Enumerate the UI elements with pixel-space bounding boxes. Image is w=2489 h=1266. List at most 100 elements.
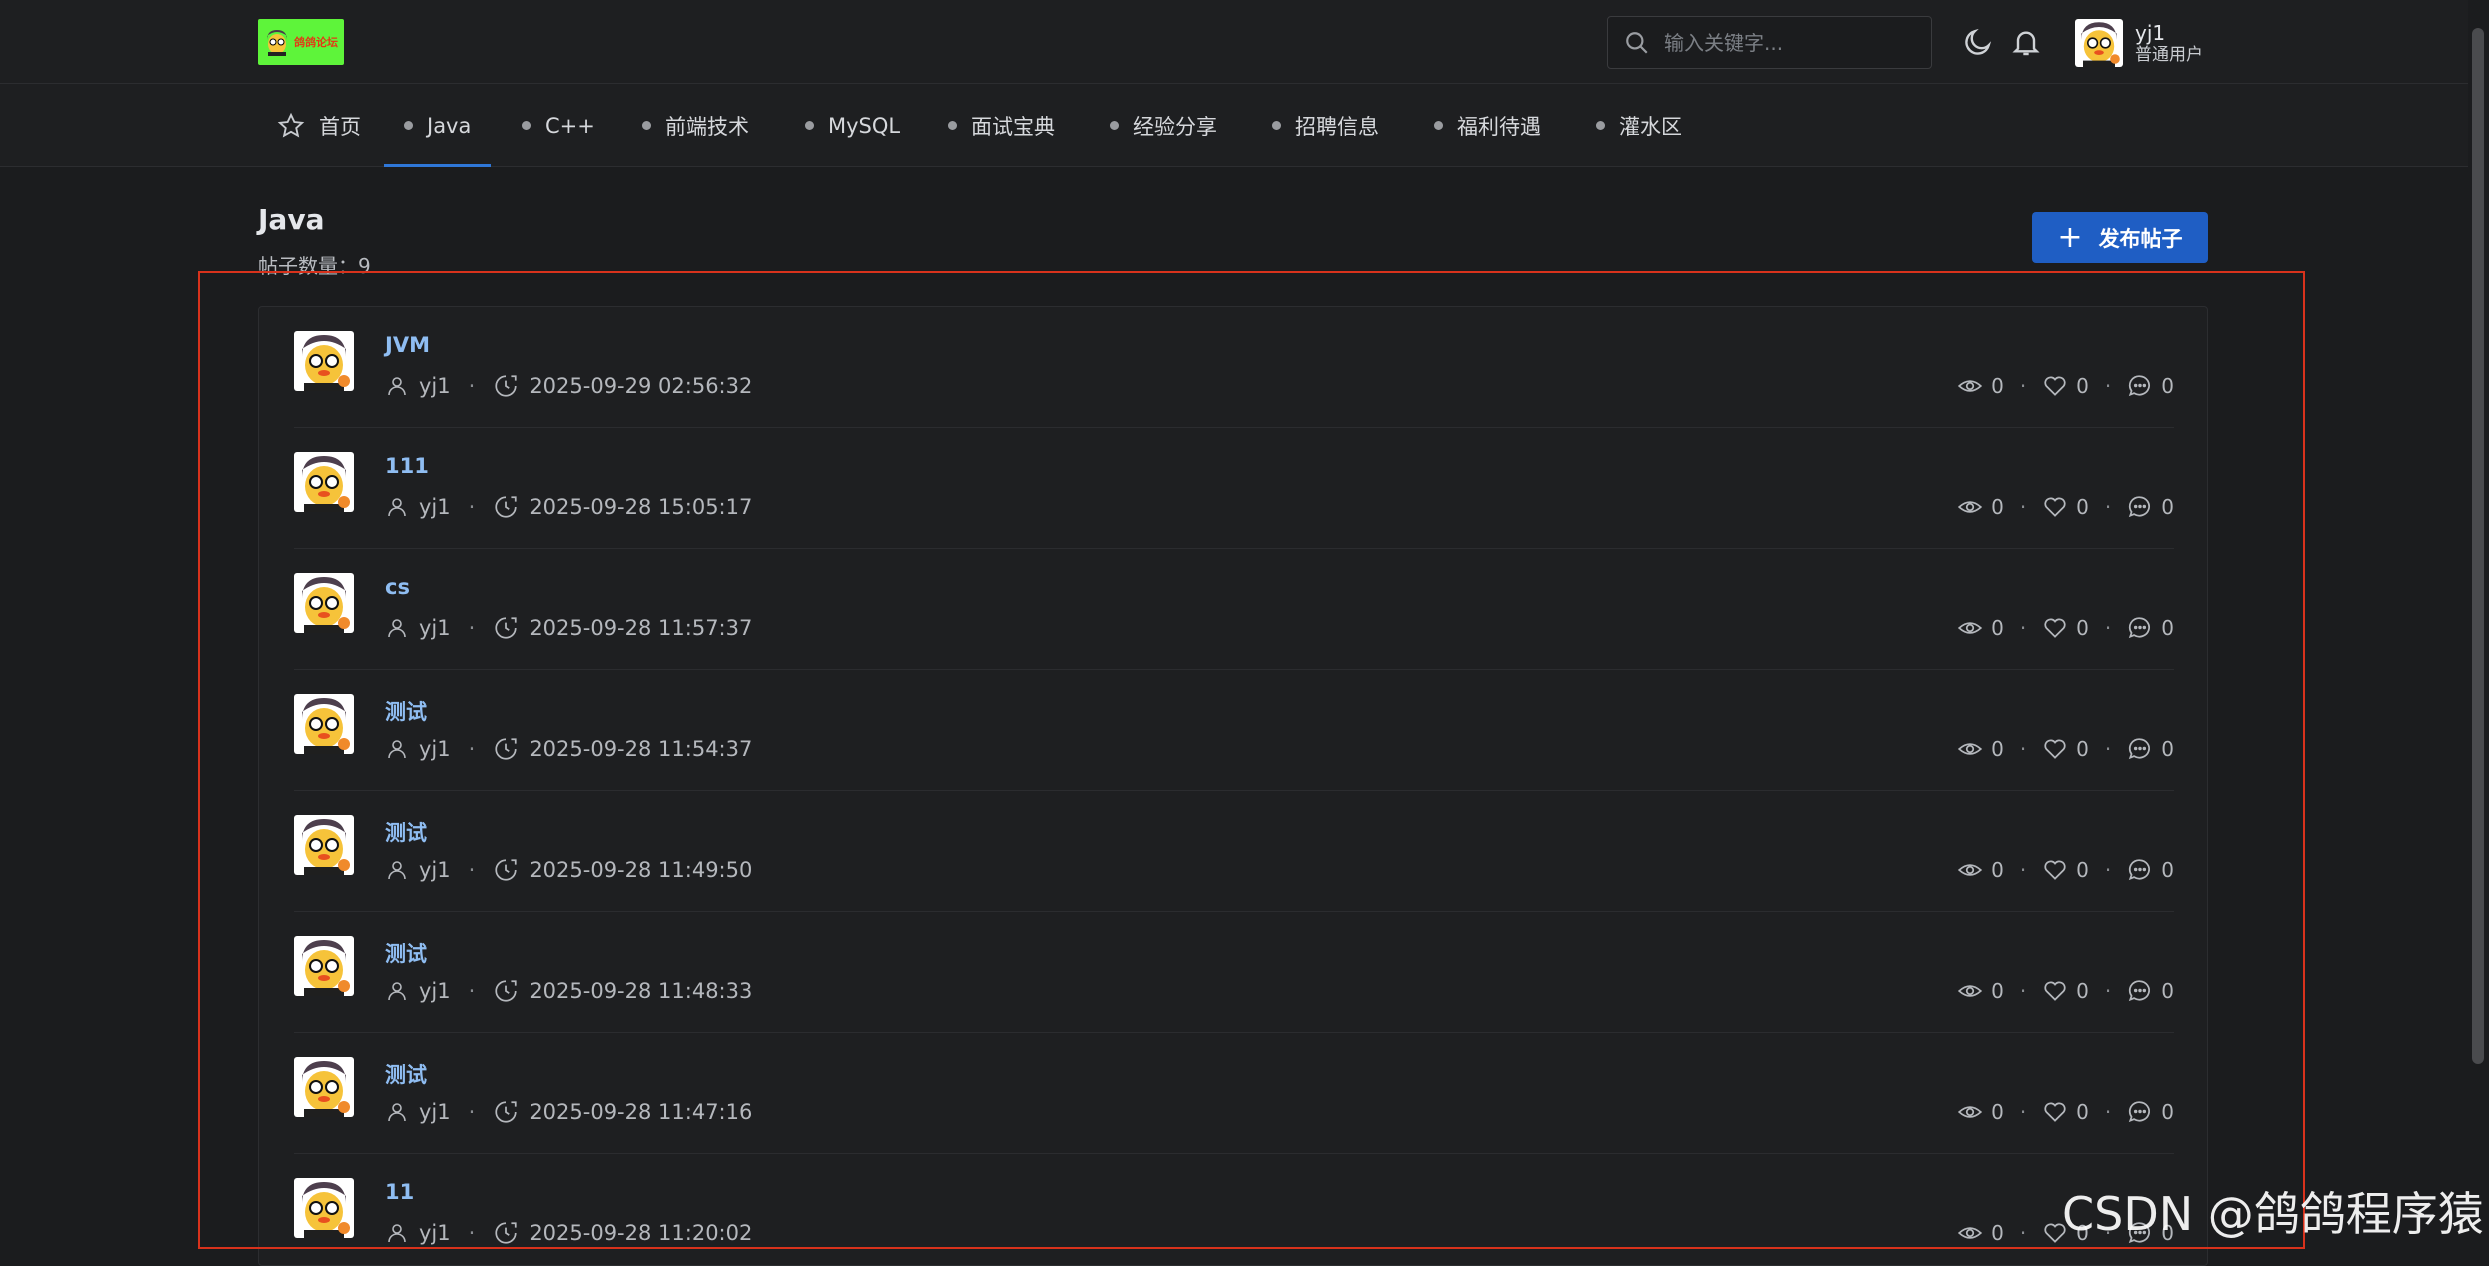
list-item[interactable]: 11 yj1 · 2025-09-28 11:20:02 0 · 0 · 0 (294, 1154, 2174, 1265)
tab-label: MySQL (828, 113, 901, 138)
tab-benefits[interactable]: 福利待遇 (1434, 84, 1541, 167)
like-count[interactable]: 0 (2042, 857, 2089, 883)
post-title[interactable]: JVM (385, 333, 430, 357)
list-item[interactable]: 测试 yj1 · 2025-09-28 11:49:50 0 · 0 · 0 (294, 791, 2174, 912)
comment-icon (2129, 375, 2151, 397)
avatar[interactable] (294, 1057, 354, 1117)
tab-java[interactable]: Java (383, 84, 492, 167)
tab-jobs[interactable]: 招聘信息 (1272, 84, 1379, 167)
clock-icon (495, 980, 517, 1002)
scrollbar-thumb[interactable] (2472, 28, 2484, 1064)
tab-frontend[interactable]: 前端技术 (642, 84, 749, 167)
view-count-value: 0 (1991, 1221, 2004, 1245)
list-item[interactable]: cs yj1 · 2025-09-28 11:57:37 0 · 0 · 0 (294, 549, 2174, 670)
list-item[interactable]: 111 yj1 · 2025-09-28 15:05:17 0 · 0 · 0 (294, 428, 2174, 549)
post-time: 2025-09-28 11:47:16 (529, 1100, 753, 1124)
user-icon (388, 619, 406, 638)
user-icon (388, 861, 406, 880)
user-name: yj1 (2135, 21, 2166, 45)
notification-bell-icon[interactable] (2010, 26, 2042, 58)
comment-count[interactable]: 0 (2127, 736, 2174, 762)
view-count: 0 (1957, 978, 2004, 1004)
post-time: 2025-09-28 11:20:02 (529, 1221, 753, 1245)
comment-count[interactable]: 0 (2127, 978, 2174, 1004)
comment-count[interactable]: 0 (2127, 1099, 2174, 1125)
post-title[interactable]: 测试 (385, 1059, 427, 1089)
avatar[interactable] (294, 331, 354, 391)
heart-icon (2044, 618, 2066, 638)
like-count[interactable]: 0 (2042, 1099, 2089, 1125)
post-title[interactable]: 测试 (385, 696, 427, 726)
avatar[interactable] (294, 452, 354, 512)
tab-home[interactable]: 首页 (277, 84, 361, 167)
like-count-value: 0 (2076, 737, 2089, 761)
avatar[interactable] (294, 936, 354, 996)
clock-icon (495, 738, 517, 760)
list-item[interactable]: JVM yj1 · 2025-09-29 02:56:32 0 · 0 · 0 (294, 307, 2174, 428)
search-icon (1626, 31, 1648, 54)
like-count[interactable]: 0 (2042, 978, 2089, 1004)
top-header: 鸽鸽论坛 yj1 普通用户 (0, 0, 2468, 84)
user-avatar-icon (302, 577, 350, 633)
tab-label: 面试宝典 (971, 114, 1055, 139)
comment-count[interactable]: 0 (2127, 857, 2174, 883)
tab-experience[interactable]: 经验分享 (1110, 84, 1217, 167)
view-count: 0 (1957, 373, 2004, 399)
list-item[interactable]: 测试 yj1 · 2025-09-28 11:47:16 0 · 0 · 0 (294, 1033, 2174, 1154)
list-item[interactable]: 测试 yj1 · 2025-09-28 11:48:33 0 · 0 · 0 (294, 912, 2174, 1033)
page-scrollbar[interactable] (2468, 0, 2489, 1251)
comment-count[interactable]: 0 (2127, 615, 2174, 641)
post-stats: 0 · 0 · 0 (1957, 371, 2174, 401)
eye-icon (1957, 501, 1983, 513)
post-author: yj1 (419, 737, 451, 761)
separator-dot: · (468, 1221, 476, 1245)
clock-icon (495, 859, 517, 881)
search-input[interactable] (1664, 30, 1904, 55)
bullet-dot-icon (642, 121, 651, 130)
avatar[interactable] (294, 815, 354, 875)
tab-label: 福利待遇 (1457, 114, 1541, 139)
comment-icon (2129, 738, 2151, 760)
tab-label: 首页 (319, 114, 361, 139)
clock-icon (495, 496, 517, 518)
watermark: CSDN @鸽鸽程序猿 (2062, 1187, 2484, 1241)
tab-cpp[interactable]: C++ (522, 84, 595, 167)
publish-label: 发布帖子 (2098, 226, 2183, 251)
comment-count[interactable]: 0 (2127, 373, 2174, 399)
like-count[interactable]: 0 (2042, 615, 2089, 641)
like-count[interactable]: 0 (2042, 494, 2089, 520)
separator-dot: · (2019, 1100, 2027, 1124)
post-stats: 0 · 0 · 0 (1957, 976, 2174, 1006)
search-box[interactable] (1607, 16, 1932, 69)
avatar[interactable] (294, 573, 354, 633)
user-menu[interactable]: yj1 普通用户 (2075, 18, 2203, 68)
post-meta: yj1 · 2025-09-28 11:57:37 (385, 613, 752, 643)
user-icon (388, 982, 406, 1001)
tab-chat[interactable]: 灌水区 (1596, 84, 1682, 167)
post-title[interactable]: cs (385, 575, 410, 599)
post-title[interactable]: 测试 (385, 938, 427, 968)
comment-count-value: 0 (2161, 374, 2174, 398)
avatar[interactable] (294, 694, 354, 754)
post-title[interactable]: 测试 (385, 817, 427, 847)
bullet-dot-icon (1110, 121, 1119, 130)
avatar[interactable] (294, 1178, 354, 1238)
separator-dot: · (468, 374, 476, 398)
site-logo[interactable]: 鸽鸽论坛 (258, 19, 344, 65)
list-item[interactable]: 测试 yj1 · 2025-09-28 11:54:37 0 · 0 · 0 (294, 670, 2174, 791)
comment-icon (2129, 980, 2151, 1002)
dark-mode-moon-icon[interactable] (1962, 26, 1994, 58)
post-author: yj1 (419, 858, 451, 882)
publish-post-button[interactable]: + 发布帖子 (2032, 212, 2208, 263)
tab-interview[interactable]: 面试宝典 (948, 84, 1055, 167)
post-title[interactable]: 111 (385, 454, 429, 478)
like-count[interactable]: 0 (2042, 373, 2089, 399)
post-list: JVM yj1 · 2025-09-29 02:56:32 0 · 0 · 0 … (258, 306, 2208, 1266)
post-title[interactable]: 11 (385, 1180, 414, 1204)
view-count-value: 0 (1991, 858, 2004, 882)
user-avatar-icon (302, 456, 350, 512)
like-count[interactable]: 0 (2042, 736, 2089, 762)
tab-mysql[interactable]: MySQL (805, 84, 900, 167)
comment-count[interactable]: 0 (2127, 494, 2174, 520)
post-author: yj1 (419, 616, 451, 640)
